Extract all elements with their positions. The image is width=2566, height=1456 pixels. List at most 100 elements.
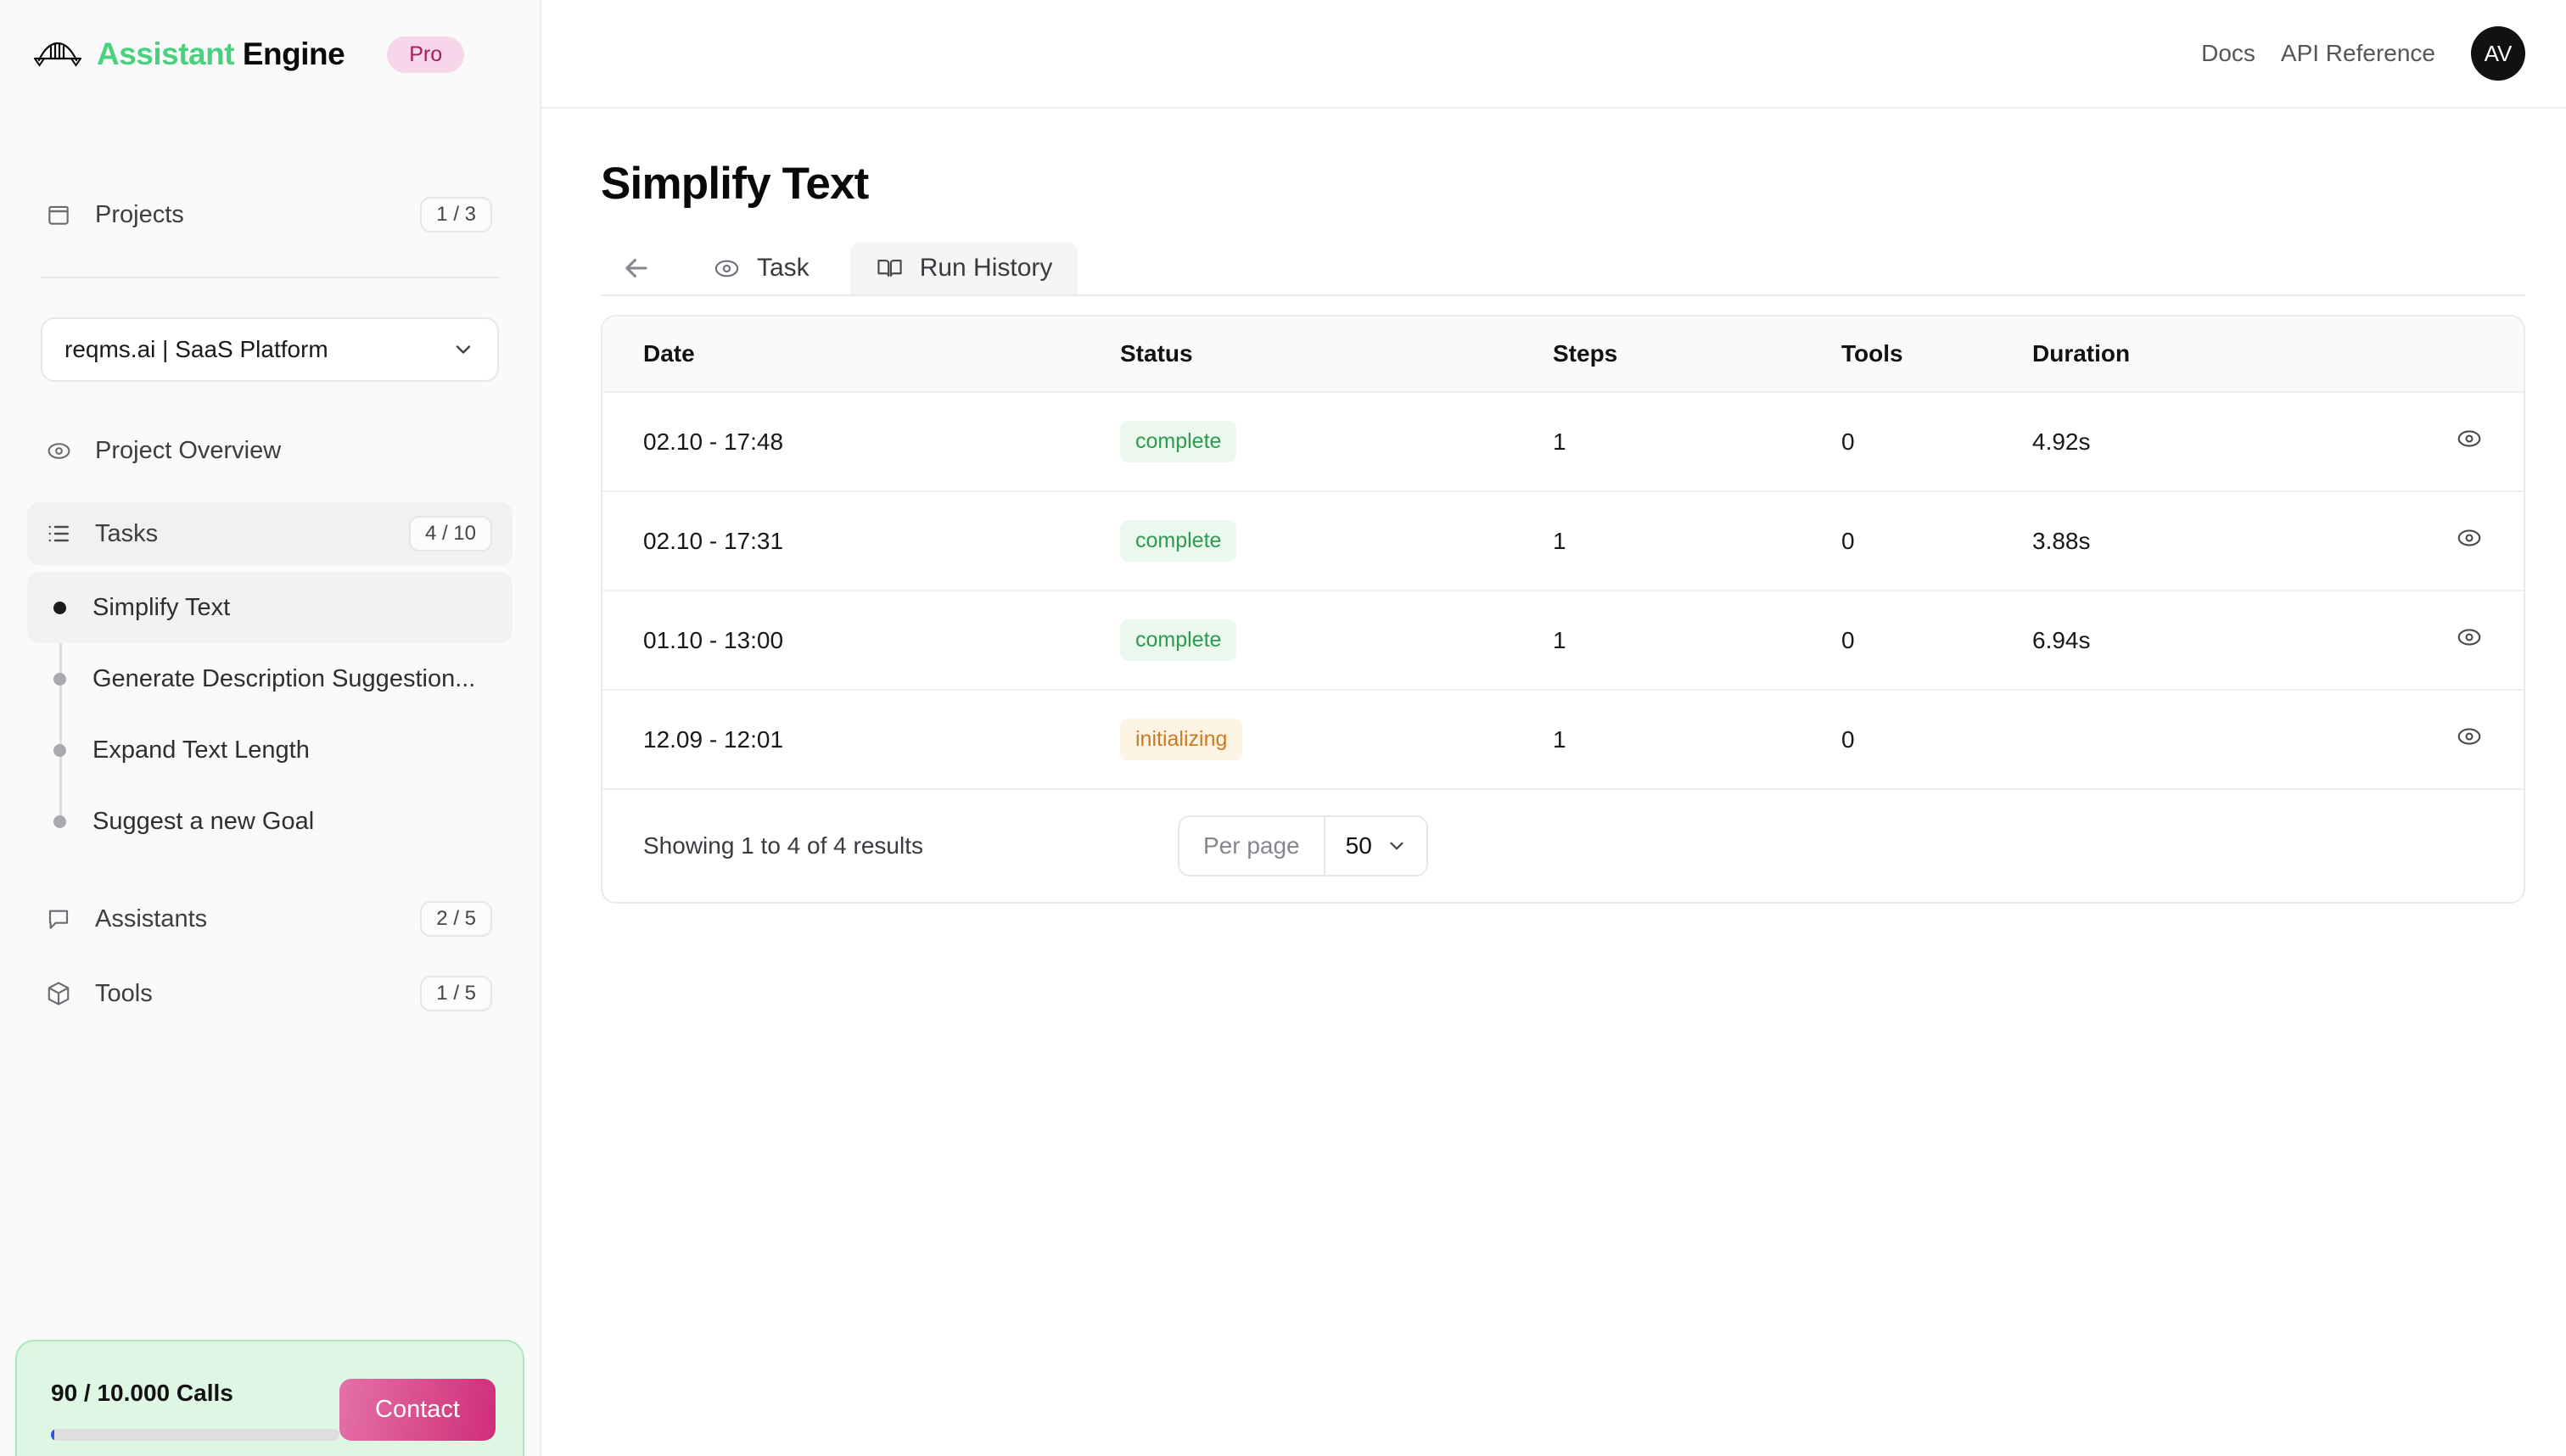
docs-link[interactable]: Docs [2201, 40, 2255, 67]
cell-duration: 3.88s [2032, 491, 2440, 591]
cell-tools: 0 [1841, 690, 2032, 790]
eye-icon [2457, 728, 2481, 745]
cell-tools: 0 [1841, 491, 2032, 591]
task-bullet-icon [53, 601, 66, 614]
sidebar-divider [41, 277, 499, 278]
view-run-button[interactable] [2456, 425, 2483, 452]
sidebar-item-projects-label: Projects [95, 200, 184, 228]
sidebar-item-projects[interactable]: Projects 1 / 3 [27, 183, 513, 246]
status-badge: complete [1120, 421, 1237, 462]
task-list-item-suggest-a-new-goal[interactable]: Suggest a new Goal [27, 786, 513, 857]
tab-run-history[interactable]: Run History [849, 242, 1079, 294]
table-row[interactable]: 02.10 - 17:48 complete 1 0 4.92s [602, 392, 2524, 492]
table-row[interactable]: 02.10 - 17:31 complete 1 0 3.88s [602, 491, 2524, 591]
sidebar-item-project-overview[interactable]: Project Overview [27, 419, 513, 482]
column-header-steps: Steps [1553, 316, 1841, 393]
view-run-button[interactable] [2456, 723, 2483, 750]
cell-duration: 4.92s [2032, 392, 2440, 492]
table-footer: Showing 1 to 4 of 4 results Per page 50 [602, 790, 2524, 902]
cell-steps: 1 [1553, 591, 1841, 691]
sidebar: Assistant Engine Pro Projects 1 / 3 reqm… [0, 0, 541, 1456]
table-row[interactable]: 12.09 - 12:01 initializing 1 0 [602, 690, 2524, 790]
sidebar-item-tools[interactable]: Tools 1 / 5 [27, 962, 513, 1025]
quota-label: 90 / 10.000 Calls [51, 1379, 233, 1406]
list-icon [42, 518, 75, 550]
api-reference-link[interactable]: API Reference [2281, 40, 2435, 67]
column-header-date: Date [602, 316, 1120, 393]
tab-bar: Task Run History [601, 242, 2525, 296]
project-selector[interactable]: reqms.ai | SaaS Platform [41, 317, 499, 382]
per-page-value: 50 [1345, 832, 1372, 859]
cube-icon [42, 977, 75, 1010]
cell-tools: 0 [1841, 591, 2032, 691]
book-open-icon [876, 254, 905, 283]
eye-icon [713, 254, 742, 283]
box-icon [42, 199, 75, 231]
tab-task[interactable]: Task [687, 242, 835, 294]
brand-title: Assistant Engine [97, 36, 345, 72]
quota-info: 90 / 10.000 Calls [51, 1380, 339, 1441]
column-header-duration: Duration [2032, 316, 2440, 393]
plan-badge: Pro [387, 36, 465, 73]
task-list-item-label: Simplify Text [92, 593, 231, 621]
cell-steps: 1 [1553, 690, 1841, 790]
page-title: Simplify Text [601, 159, 869, 209]
task-list-item-label: Expand Text Length [92, 736, 310, 764]
task-list-item-label: Generate Description Suggestion... [92, 664, 476, 692]
table-header-row: Date Status Steps Tools Duration [602, 316, 2524, 393]
cell-duration [2032, 690, 2440, 790]
cell-date: 02.10 - 17:48 [602, 392, 1120, 492]
project-selector-value: reqms.ai | SaaS Platform [64, 336, 328, 362]
status-badge: complete [1120, 619, 1237, 661]
cell-date: 12.09 - 12:01 [602, 690, 1120, 790]
eye-icon [42, 434, 75, 467]
task-list-item-label: Suggest a new Goal [92, 807, 315, 835]
contact-button[interactable]: Contact [339, 1379, 496, 1441]
view-run-button[interactable] [2456, 524, 2483, 552]
eye-icon [2457, 430, 2481, 447]
per-page-control[interactable]: Per page 50 [1177, 815, 1428, 876]
table-row[interactable]: 01.10 - 13:00 complete 1 0 6.94s [602, 591, 2524, 691]
task-list-item-expand-text-length[interactable]: Expand Text Length [27, 714, 513, 786]
sidebar-item-tasks[interactable]: Tasks 4 / 10 [27, 502, 513, 565]
tasks-count-pill: 4 / 10 [408, 516, 492, 552]
tab-task-label: Task [757, 254, 810, 282]
avatar[interactable]: AV [2471, 26, 2525, 81]
quota-progress-fill [51, 1428, 55, 1441]
cell-duration: 6.94s [2032, 591, 2440, 691]
run-history-table-card: Date Status Steps Tools Duration 02.10 -… [601, 315, 2525, 904]
status-badge: complete [1120, 520, 1237, 562]
status-badge: initializing [1120, 719, 1243, 760]
task-list-item-simplify-text[interactable]: Simplify Text [27, 572, 513, 643]
table-body: 02.10 - 17:48 complete 1 0 4.92s 02.10 -… [602, 392, 2524, 790]
brand-header[interactable]: Assistant Engine Pro [0, 0, 540, 109]
cell-date: 01.10 - 13:00 [602, 591, 1120, 691]
brand-title-secondary: Engine [242, 36, 345, 71]
cell-status: complete [1120, 591, 1553, 691]
cell-status: complete [1120, 392, 1553, 492]
eye-icon [2457, 629, 2481, 646]
per-page-select[interactable]: 50 [1325, 817, 1426, 875]
task-list-item-generate-description[interactable]: Generate Description Suggestion... [27, 643, 513, 714]
task-list: Simplify Text Generate Description Sugge… [27, 572, 513, 857]
cell-steps: 1 [1553, 491, 1841, 591]
sidebar-item-assistants[interactable]: Assistants 2 / 5 [27, 888, 513, 950]
cell-status: initializing [1120, 690, 1553, 790]
task-bullet-icon [53, 672, 66, 686]
quota-card: 90 / 10.000 Calls Contact [15, 1340, 524, 1456]
column-header-status: Status [1120, 316, 1553, 393]
back-button[interactable] [601, 242, 672, 294]
cell-actions [2440, 491, 2524, 591]
brand-title-primary: Assistant [97, 36, 235, 71]
chevron-down-icon [1390, 842, 1403, 850]
chevron-down-icon [451, 338, 475, 361]
table-head: Date Status Steps Tools Duration [602, 316, 2524, 393]
cell-tools: 0 [1841, 392, 2032, 492]
view-run-button[interactable] [2456, 624, 2483, 651]
topbar: Docs API Reference AV [541, 0, 2566, 109]
main-area: Docs API Reference AV Simplify Text Task… [541, 0, 2566, 1456]
cell-actions [2440, 690, 2524, 790]
app-root: Assistant Engine Pro Projects 1 / 3 reqm… [0, 0, 2566, 1456]
cell-date: 02.10 - 17:31 [602, 491, 1120, 591]
cell-status: complete [1120, 491, 1553, 591]
